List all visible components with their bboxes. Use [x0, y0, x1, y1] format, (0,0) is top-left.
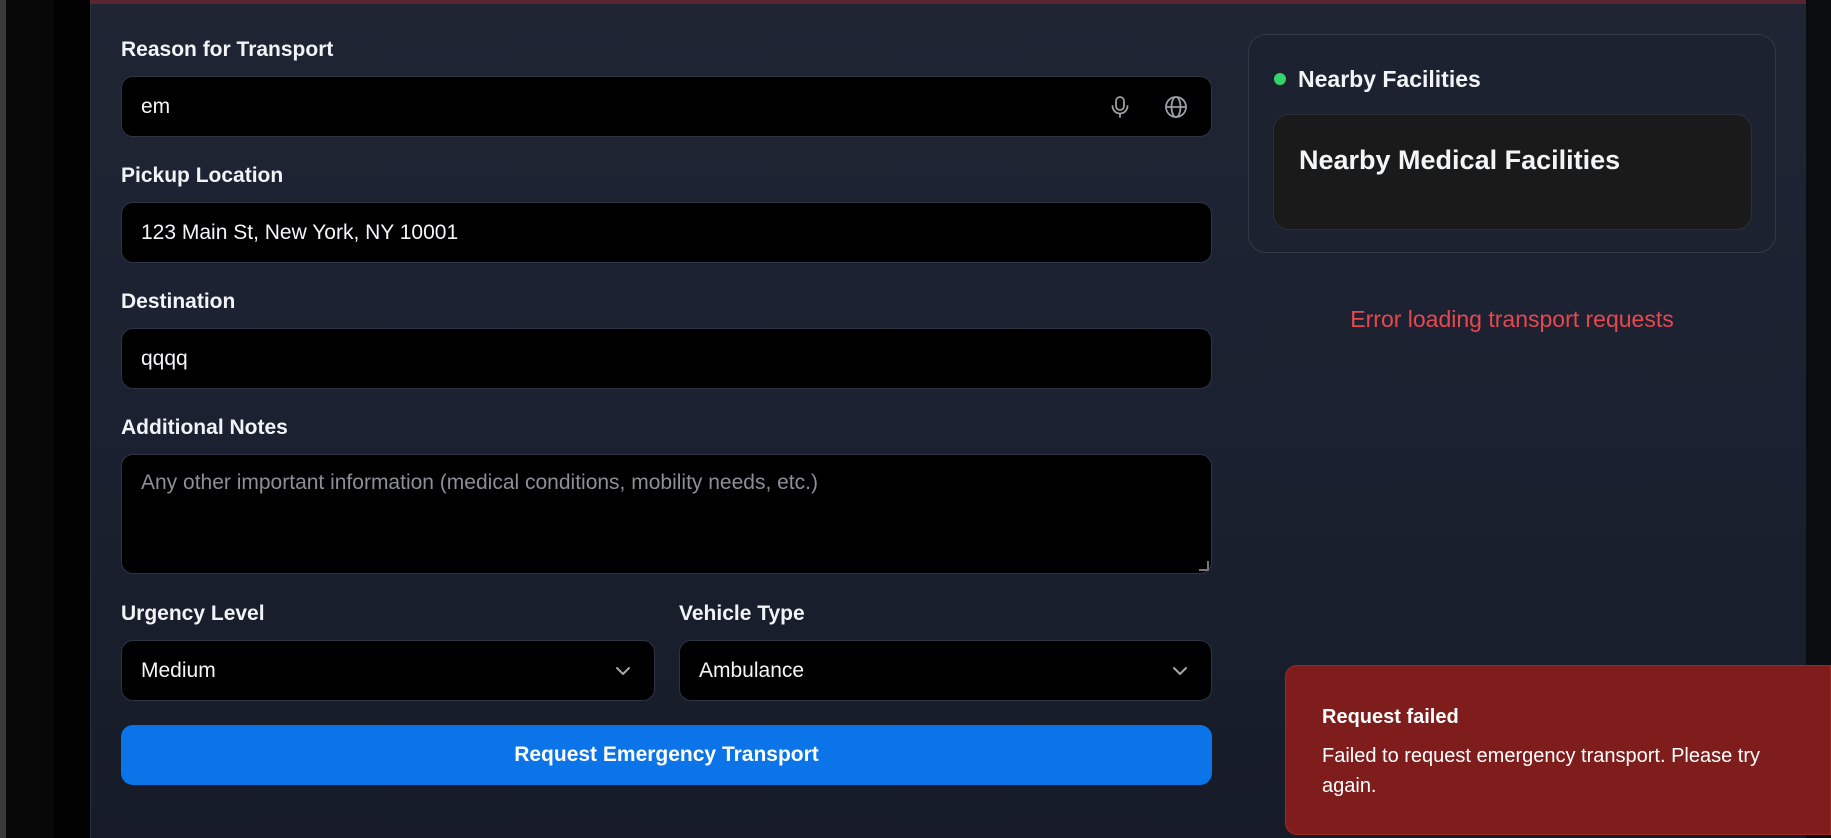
chevron-down-icon: [1173, 666, 1187, 675]
vehicle-label: Vehicle Type: [679, 602, 805, 625]
urgency-label: Urgency Level: [121, 602, 265, 625]
notes-label: Additional Notes: [121, 416, 288, 439]
reason-label: Reason for Transport: [121, 38, 334, 61]
pickup-value: 123 Main St, New York, NY 10001: [141, 220, 459, 244]
status-dot: [1274, 73, 1286, 85]
background-band: [6, 0, 54, 838]
medical-facilities-title: Nearby Medical Facilities: [1299, 145, 1621, 175]
requests-error-message: Error loading transport requests: [1350, 306, 1674, 332]
chevron-down-icon: [616, 666, 630, 675]
microphone-icon[interactable]: [1106, 93, 1134, 121]
globe-icon[interactable]: [1162, 93, 1190, 121]
notes-placeholder: Any other important information (medical…: [141, 471, 818, 494]
notes-textarea[interactable]: Any other important information (medical…: [121, 454, 1212, 574]
resize-handle[interactable]: [1199, 561, 1209, 571]
toast-message: Failed to request emergency transport. P…: [1322, 745, 1760, 797]
facilities-header: Nearby Facilities: [1298, 66, 1481, 92]
pickup-input[interactable]: 123 Main St, New York, NY 10001: [121, 202, 1212, 263]
urgency-select[interactable]: Medium: [121, 640, 655, 701]
urgency-value: Medium: [141, 658, 216, 682]
vehicle-select[interactable]: Ambulance: [679, 640, 1212, 701]
reason-input[interactable]: em: [121, 76, 1212, 137]
destination-value: qqqq: [141, 346, 188, 370]
pickup-label: Pickup Location: [121, 164, 284, 187]
destination-input[interactable]: qqqq: [121, 328, 1212, 389]
medical-facilities-panel: Nearby Medical Facilities: [1273, 114, 1752, 230]
reason-value: em: [141, 94, 171, 118]
panel-top-border: [90, 0, 1806, 4]
nearby-facilities-card: Nearby Facilities Nearby Medical Facilit…: [1248, 34, 1776, 253]
vehicle-value: Ambulance: [699, 658, 805, 682]
error-toast[interactable]: Request failed Failed to request emergen…: [1285, 665, 1831, 835]
request-transport-button[interactable]: Request Emergency Transport: [121, 725, 1212, 785]
toast-title: Request failed: [1322, 706, 1459, 728]
destination-label: Destination: [121, 290, 236, 313]
